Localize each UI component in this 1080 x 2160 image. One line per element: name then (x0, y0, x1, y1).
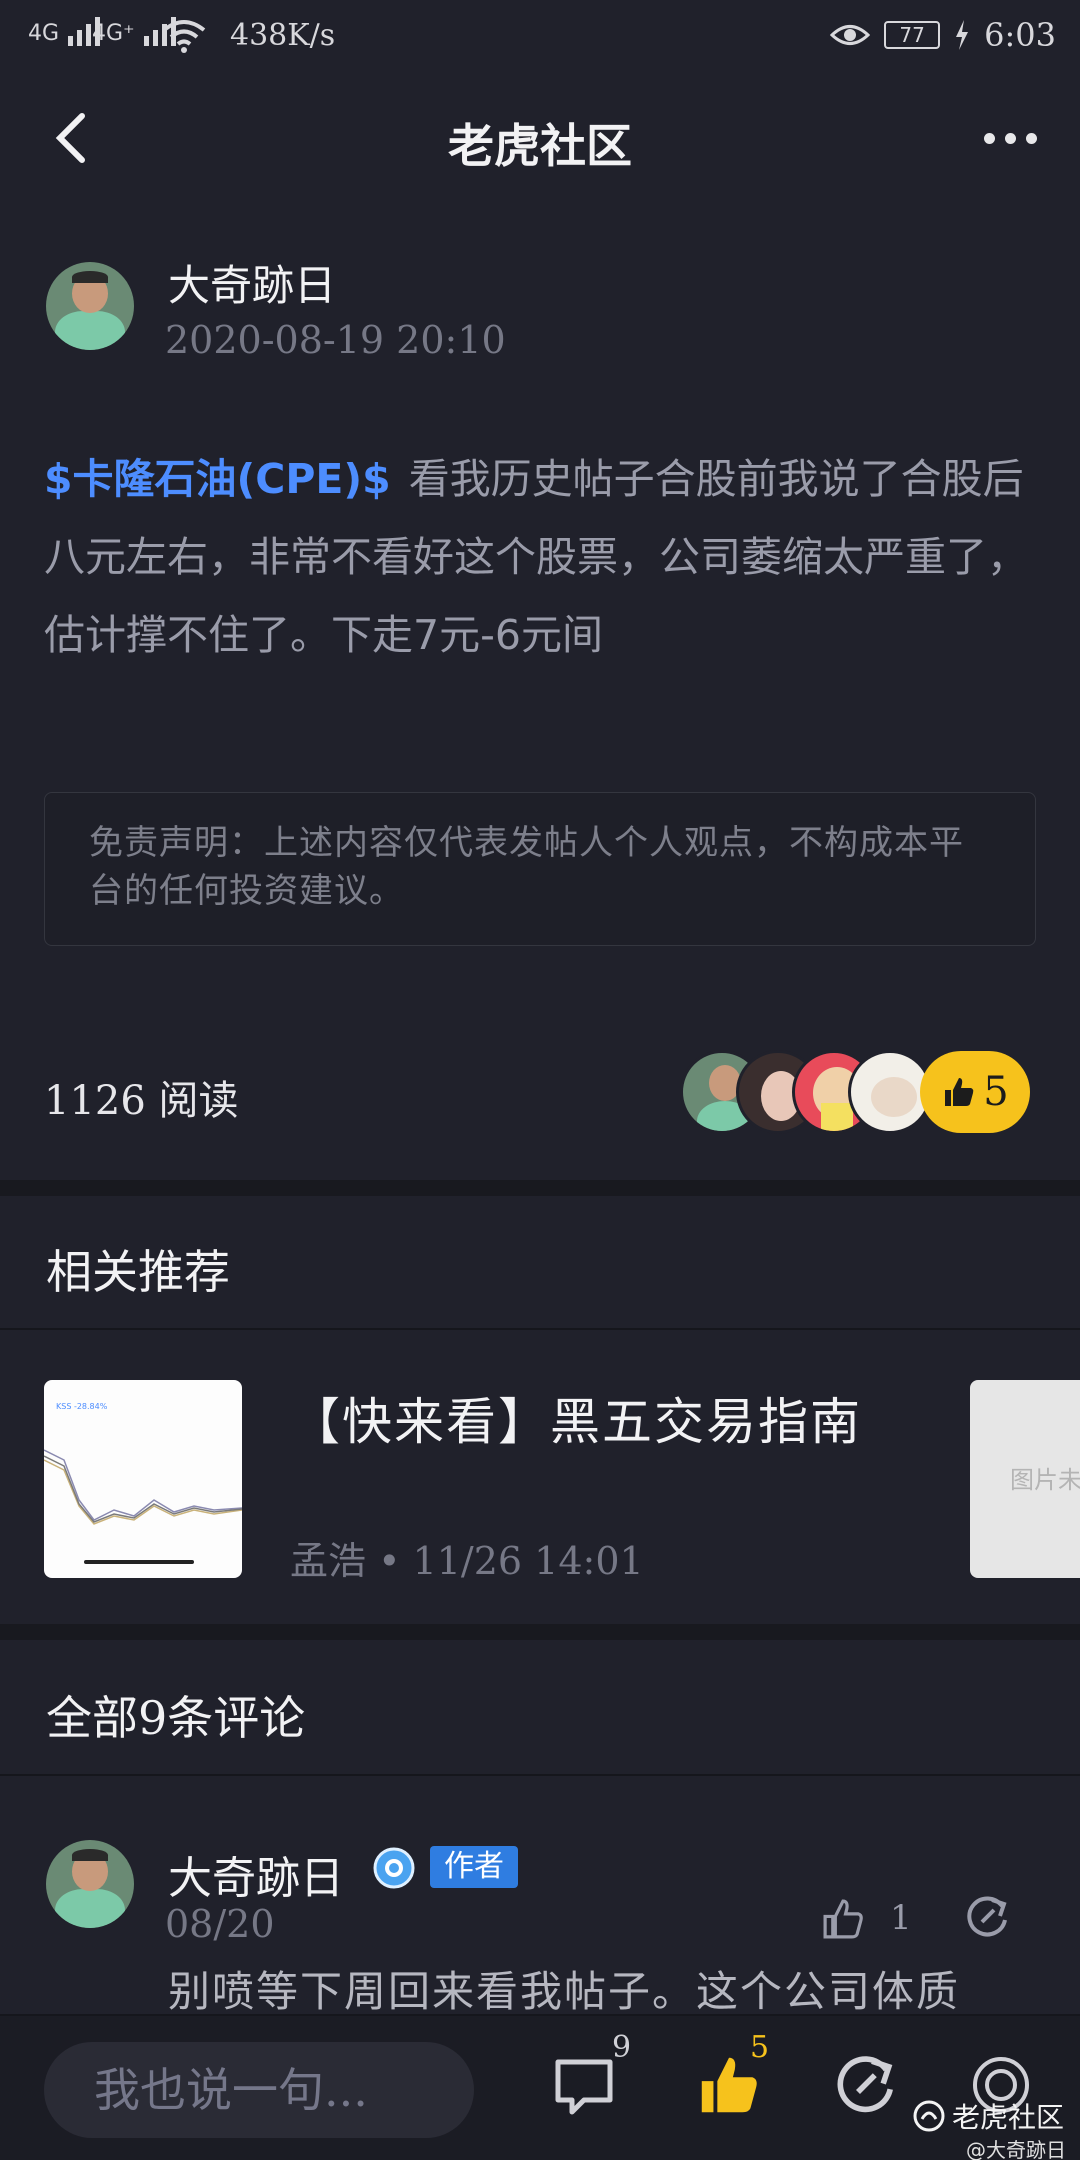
commenter-name[interactable]: 大奇跡日 (168, 1842, 344, 1906)
status-bar: 4G 4G⁺ 438K/s 77 6:03 (0, 0, 1080, 80)
like-summary-count: 5 (983, 1069, 1009, 1115)
watermark: 老虎社区 (912, 2096, 1064, 2136)
comment-date: 08/20 (165, 1902, 275, 1946)
charging-icon (956, 20, 969, 50)
like-count: 5 (750, 2030, 770, 2065)
post-body: $卡隆石油(CPE)$ 看我历史帖子合股前我说了合股后八元左右，非常不看好这个股票… (44, 440, 1034, 674)
post-timestamp: 2020-08-19 20:10 (165, 318, 506, 362)
net-speed: 438K/s (230, 18, 336, 53)
thumbs-up-icon (945, 1078, 974, 1106)
image-placeholder-text: 图片未 (1010, 1466, 1080, 1494)
read-count: 1126 阅读 (44, 1078, 239, 1124)
author-avatar[interactable] (46, 262, 134, 350)
page-title: 老虎社区 (448, 119, 632, 173)
divider (0, 1328, 1080, 1330)
comment-input[interactable]: 我也说一句... (44, 2042, 474, 2138)
stock-ticker-link[interactable]: $卡隆石油(CPE)$ (44, 455, 391, 503)
recommend-section-title: 相关推荐 (46, 1245, 230, 1299)
comment-like-icon[interactable] (820, 1896, 866, 1942)
share-icon[interactable] (830, 2050, 900, 2120)
app-header: 老虎社区 (0, 80, 1080, 200)
comment-like-count: 1 (890, 1898, 912, 1938)
recommend-next-card[interactable]: 图片未 (970, 1380, 1080, 1578)
section-divider (0, 1624, 1080, 1640)
wifi-icon (162, 20, 206, 53)
author-name[interactable]: 大奇跡日 (168, 252, 336, 313)
clock: 6:03 (984, 16, 1056, 54)
likers-row[interactable]: 5 (680, 1050, 1030, 1134)
more-options-icon[interactable] (980, 118, 1040, 158)
thumb-label: KSS -28.84% (56, 1402, 108, 1411)
comments-section-title: 全部9条评论 (46, 1691, 306, 1745)
recommend-title[interactable]: 【快来看】黑五交易指南 (290, 1382, 862, 1454)
disclaimer-box: 免责声明：上述内容仅代表发帖人个人观点，不构成本平台的任何投资建议。 (44, 792, 1036, 946)
commenter-avatar[interactable] (46, 1840, 134, 1928)
recommend-thumbnail[interactable]: KSS -28.84% (44, 1380, 242, 1578)
status-right: 77 6:03 (830, 16, 1056, 54)
battery-icon: 77 (884, 21, 941, 49)
author-tag-badge: 作者 (430, 1846, 518, 1888)
eye-icon (830, 25, 871, 45)
section-divider (0, 1180, 1080, 1196)
verified-badge-icon (373, 1847, 415, 1889)
bottom-action-bar: 我也说一句... 9 5 老虎社区 @大奇跡日 (0, 2014, 1080, 2160)
like-summary-button[interactable]: 5 (920, 1051, 1030, 1133)
thumb-chart (44, 1449, 242, 1564)
comment-share-icon[interactable] (962, 1892, 1012, 1942)
divider (0, 1774, 1080, 1776)
tiger-logo-icon (913, 2100, 945, 2132)
watermark-text: 老虎社区 (951, 2101, 1064, 2134)
recommend-meta: 孟浩 • 11/26 14:01 (290, 1539, 644, 1583)
watermark-user: @大奇跡日 (966, 2138, 1066, 2160)
comment-text: 别喷等下周回来看我帖子。这个公司体质 (168, 1967, 961, 2016)
comment-count: 9 (612, 2030, 632, 2065)
